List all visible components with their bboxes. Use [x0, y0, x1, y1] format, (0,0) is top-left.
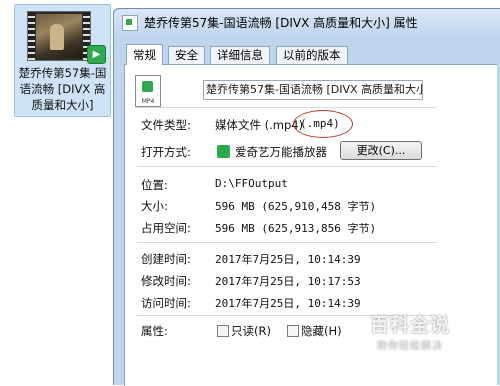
location-value: D:\FFOutput — [215, 177, 288, 190]
tab-previous-versions[interactable]: 以前的版本 — [276, 46, 348, 64]
divider — [137, 242, 437, 243]
iqiyi-player-icon — [217, 145, 230, 158]
desktop-file-name: 楚乔传第57集-国语流畅 [DIVX 高质量和大小] — [18, 66, 107, 112]
accessed-label: 访问时间: — [141, 296, 191, 310]
tab-general[interactable]: 常规 — [126, 44, 163, 65]
file-type-label: 文件类型: — [141, 118, 191, 132]
divider — [137, 166, 437, 167]
desktop-file-item[interactable]: ▶ 楚乔传第57集-国语流畅 [DIVX 高质量和大小] — [14, 4, 111, 117]
size-value: 596 MB (625,910,458 字节) — [215, 200, 377, 213]
location-label: 位置: — [141, 178, 168, 192]
play-badge-icon: ▶ — [87, 45, 106, 64]
modified-value: 2017年7月25日, 10:17:53 — [215, 275, 361, 288]
open-with-value: 爱奇艺万能播放器 — [235, 145, 327, 159]
modified-label: 修改时间: — [141, 274, 191, 288]
title-bar[interactable]: 楚乔传第57集-国语流畅 [DIVX 高质量和大小] 属性 — [114, 9, 500, 35]
change-button[interactable]: 更改(C)... — [340, 141, 422, 160]
divider — [137, 107, 437, 108]
watermark-title: 百科全说 — [369, 314, 450, 336]
readonly-checkbox[interactable] — [217, 325, 229, 337]
watermark: 百科全说 助你轻松解决 — [340, 310, 480, 352]
hidden-label[interactable]: 隐藏(H) — [301, 323, 342, 339]
open-with-label: 打开方式: — [141, 145, 191, 159]
file-type-icon — [122, 15, 138, 31]
accessed-value: 2017年7月25日, 10:14:39 — [215, 297, 361, 310]
tab-details[interactable]: 详细信息 — [210, 46, 270, 64]
created-value: 2017年7月25日, 10:14:39 — [215, 253, 361, 266]
hidden-checkbox[interactable] — [287, 325, 299, 337]
file-ext-highlight: (.mp4) — [300, 117, 340, 130]
file-type-value: 媒体文件 (.mp4) — [215, 118, 304, 132]
tab-security[interactable]: 安全 — [168, 46, 205, 64]
readonly-label[interactable]: 只读(R) — [231, 323, 271, 339]
created-label: 创建时间: — [141, 252, 191, 266]
video-thumbnail — [27, 11, 91, 61]
disk-size-label: 占用空间: — [141, 221, 191, 235]
window-title: 楚乔传第57集-国语流畅 [DIVX 高质量和大小] 属性 — [144, 16, 418, 30]
mp4-file-icon: MP4 — [135, 75, 161, 107]
file-name-input[interactable]: 楚乔传第57集-国语流畅 [DIVX 高质量和大小] — [203, 80, 423, 100]
size-label: 大小: — [141, 199, 168, 213]
attributes-label: 属性: — [141, 324, 168, 338]
disk-size-value: 596 MB (625,913,856 字节) — [215, 222, 377, 235]
watermark-subtitle: 助你轻松解决 — [377, 341, 443, 352]
